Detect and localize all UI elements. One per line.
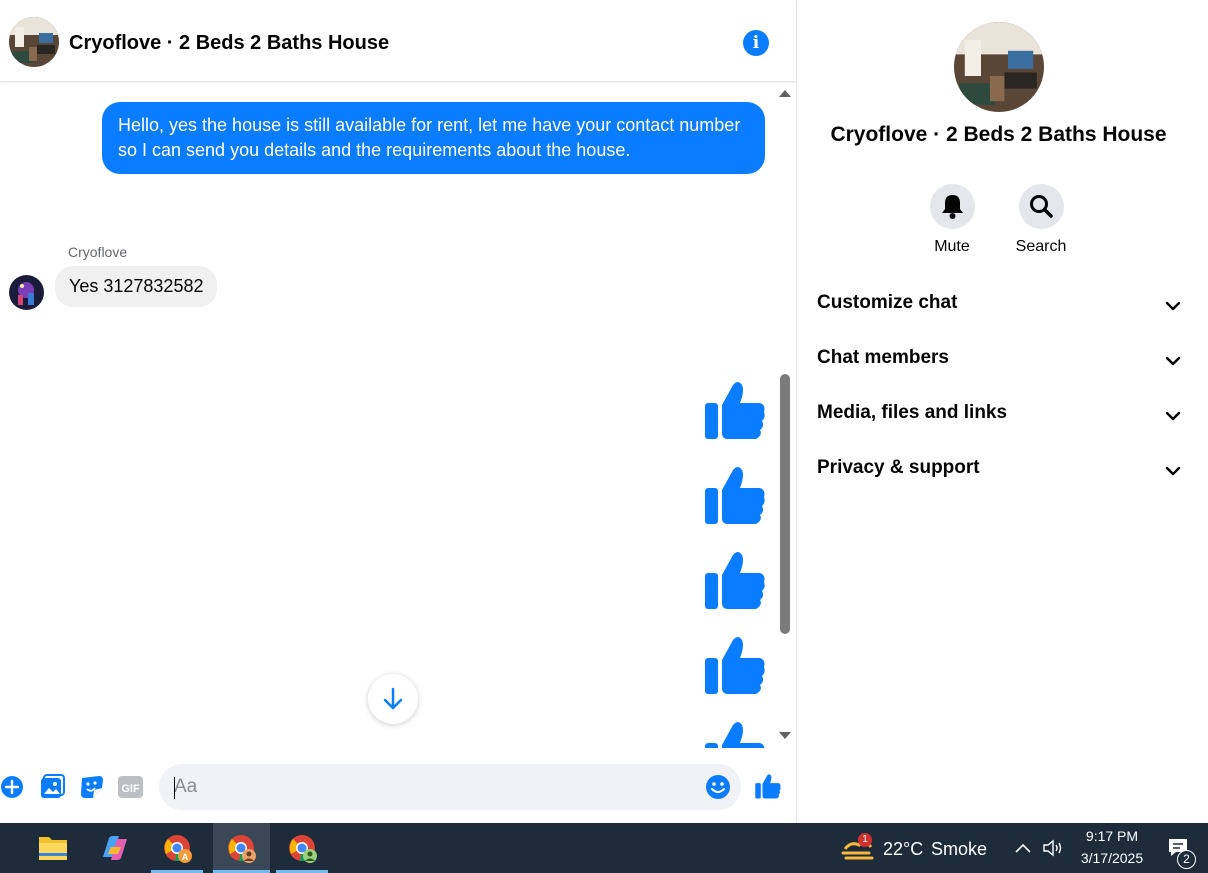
thumbs-up-icon — [705, 467, 765, 524]
folder-icon — [39, 837, 67, 860]
speaker-icon[interactable] — [1041, 837, 1065, 859]
message-list: Hello, yes the house is still available … — [0, 84, 796, 748]
taskbar: A 1 22°C Smoke 9:17 PM 3/17/2025 2 — [0, 823, 1208, 873]
chrome-icon: A — [164, 835, 192, 863]
copilot-icon — [103, 836, 127, 860]
thumbs-up-icon — [705, 722, 765, 748]
photo-gallery-icon[interactable] — [39, 774, 65, 800]
chat-header: Cryoflove · 2 Beds 2 Baths House i — [0, 3, 796, 82]
clock-date[interactable]: 3/17/2025 — [1070, 850, 1154, 866]
weather-condition[interactable]: Smoke — [931, 839, 987, 860]
thumbs-up-message[interactable] — [702, 634, 768, 700]
chat-panel: Cryoflove · 2 Beds 2 Baths House i Hello… — [0, 0, 797, 823]
info-icon: i — [752, 33, 760, 53]
clock-time[interactable]: 9:17 PM — [1072, 828, 1152, 844]
notification-count-badge: 2 — [1177, 850, 1196, 869]
thumbs-up-icon — [755, 774, 781, 799]
scroll-thumb[interactable] — [780, 374, 790, 634]
incoming-message[interactable]: Yes 3127832582 — [55, 266, 218, 307]
user-photo-icon — [9, 275, 44, 310]
emoji-icon[interactable] — [705, 774, 731, 800]
chat-title[interactable]: Cryoflove · 2 Beds 2 Baths House — [69, 32, 389, 55]
chrome-profile-b-button[interactable] — [213, 823, 270, 873]
mute-label: Mute — [934, 238, 970, 255]
chevron-down-icon — [1165, 466, 1181, 476]
thumbs-up-message[interactable] — [702, 549, 768, 615]
bell-icon — [929, 184, 975, 229]
mute-button[interactable]: Mute — [922, 184, 982, 256]
section-privacy-support[interactable]: Privacy & support — [817, 457, 1183, 497]
section-label: Chat members — [817, 347, 949, 368]
thumbs-up-message[interactable] — [702, 379, 768, 445]
section-label: Media, files and links — [817, 402, 1008, 423]
svg-text:A: A — [182, 852, 189, 862]
chrome-icon — [228, 835, 256, 863]
message-scrollbar[interactable] — [776, 84, 794, 748]
text-caret — [174, 777, 175, 799]
gif-icon[interactable]: GIF — [118, 774, 144, 800]
chevron-down-icon — [1165, 411, 1181, 421]
thumbs-up-icon — [705, 552, 765, 609]
sticker-icon[interactable] — [79, 774, 105, 800]
detail-avatar[interactable] — [954, 22, 1044, 112]
weather-temperature[interactable]: 22°C — [883, 839, 923, 860]
chrome-profile-c-button[interactable] — [276, 823, 328, 873]
detail-title: Cryoflove · 2 Beds 2 Baths House — [830, 123, 1167, 146]
window-edge — [1200, 0, 1208, 823]
thumbs-up-icon — [705, 637, 765, 694]
svg-text:GIF: GIF — [121, 783, 140, 795]
sender-name: Cryoflove — [68, 244, 128, 260]
copilot-button[interactable] — [89, 823, 141, 873]
thumbs-up-message[interactable] — [702, 719, 768, 748]
scroll-down-arrow-icon[interactable] — [779, 732, 791, 739]
search-icon — [1018, 184, 1064, 229]
section-label: Privacy & support — [817, 457, 980, 478]
search-button[interactable]: Search — [1011, 184, 1071, 256]
chat-avatar[interactable] — [9, 17, 59, 67]
house-photo-icon — [954, 22, 1044, 112]
weather-alert-badge: 1 — [858, 833, 872, 847]
info-button[interactable]: i — [743, 30, 769, 56]
composer: GIF — [0, 760, 796, 816]
chrome-profile-a-button[interactable]: A — [151, 823, 203, 873]
message-input[interactable] — [159, 764, 741, 810]
thumbs-up-message[interactable] — [702, 464, 768, 530]
section-customize-chat[interactable]: Customize chat — [817, 292, 1183, 332]
section-media-files-links[interactable]: Media, files and links — [817, 402, 1183, 442]
search-label: Search — [1015, 238, 1067, 255]
chrome-icon — [289, 835, 317, 863]
chevron-down-icon — [1165, 301, 1181, 311]
section-chat-members[interactable]: Chat members — [817, 347, 1183, 387]
plus-circle-icon[interactable] — [0, 774, 26, 800]
thumbs-up-icon — [705, 382, 765, 439]
chevron-down-icon — [1165, 356, 1181, 366]
scroll-up-arrow-icon[interactable] — [779, 90, 791, 97]
scroll-to-bottom-button[interactable] — [368, 674, 418, 724]
sender-avatar[interactable] — [9, 275, 44, 310]
arrow-down-icon — [383, 687, 403, 710]
chat-details-panel: Cryoflove · 2 Beds 2 Baths House Mute Se… — [797, 0, 1200, 823]
chevron-up-icon[interactable] — [1013, 840, 1033, 856]
send-like-button[interactable] — [754, 773, 782, 801]
file-explorer-button[interactable] — [27, 823, 79, 873]
section-label: Customize chat — [817, 292, 958, 313]
outgoing-message[interactable]: Hello, yes the house is still available … — [102, 102, 765, 174]
house-photo-icon — [9, 17, 59, 67]
messenger-window: Cryoflove · 2 Beds 2 Baths House i Hello… — [0, 0, 1208, 873]
